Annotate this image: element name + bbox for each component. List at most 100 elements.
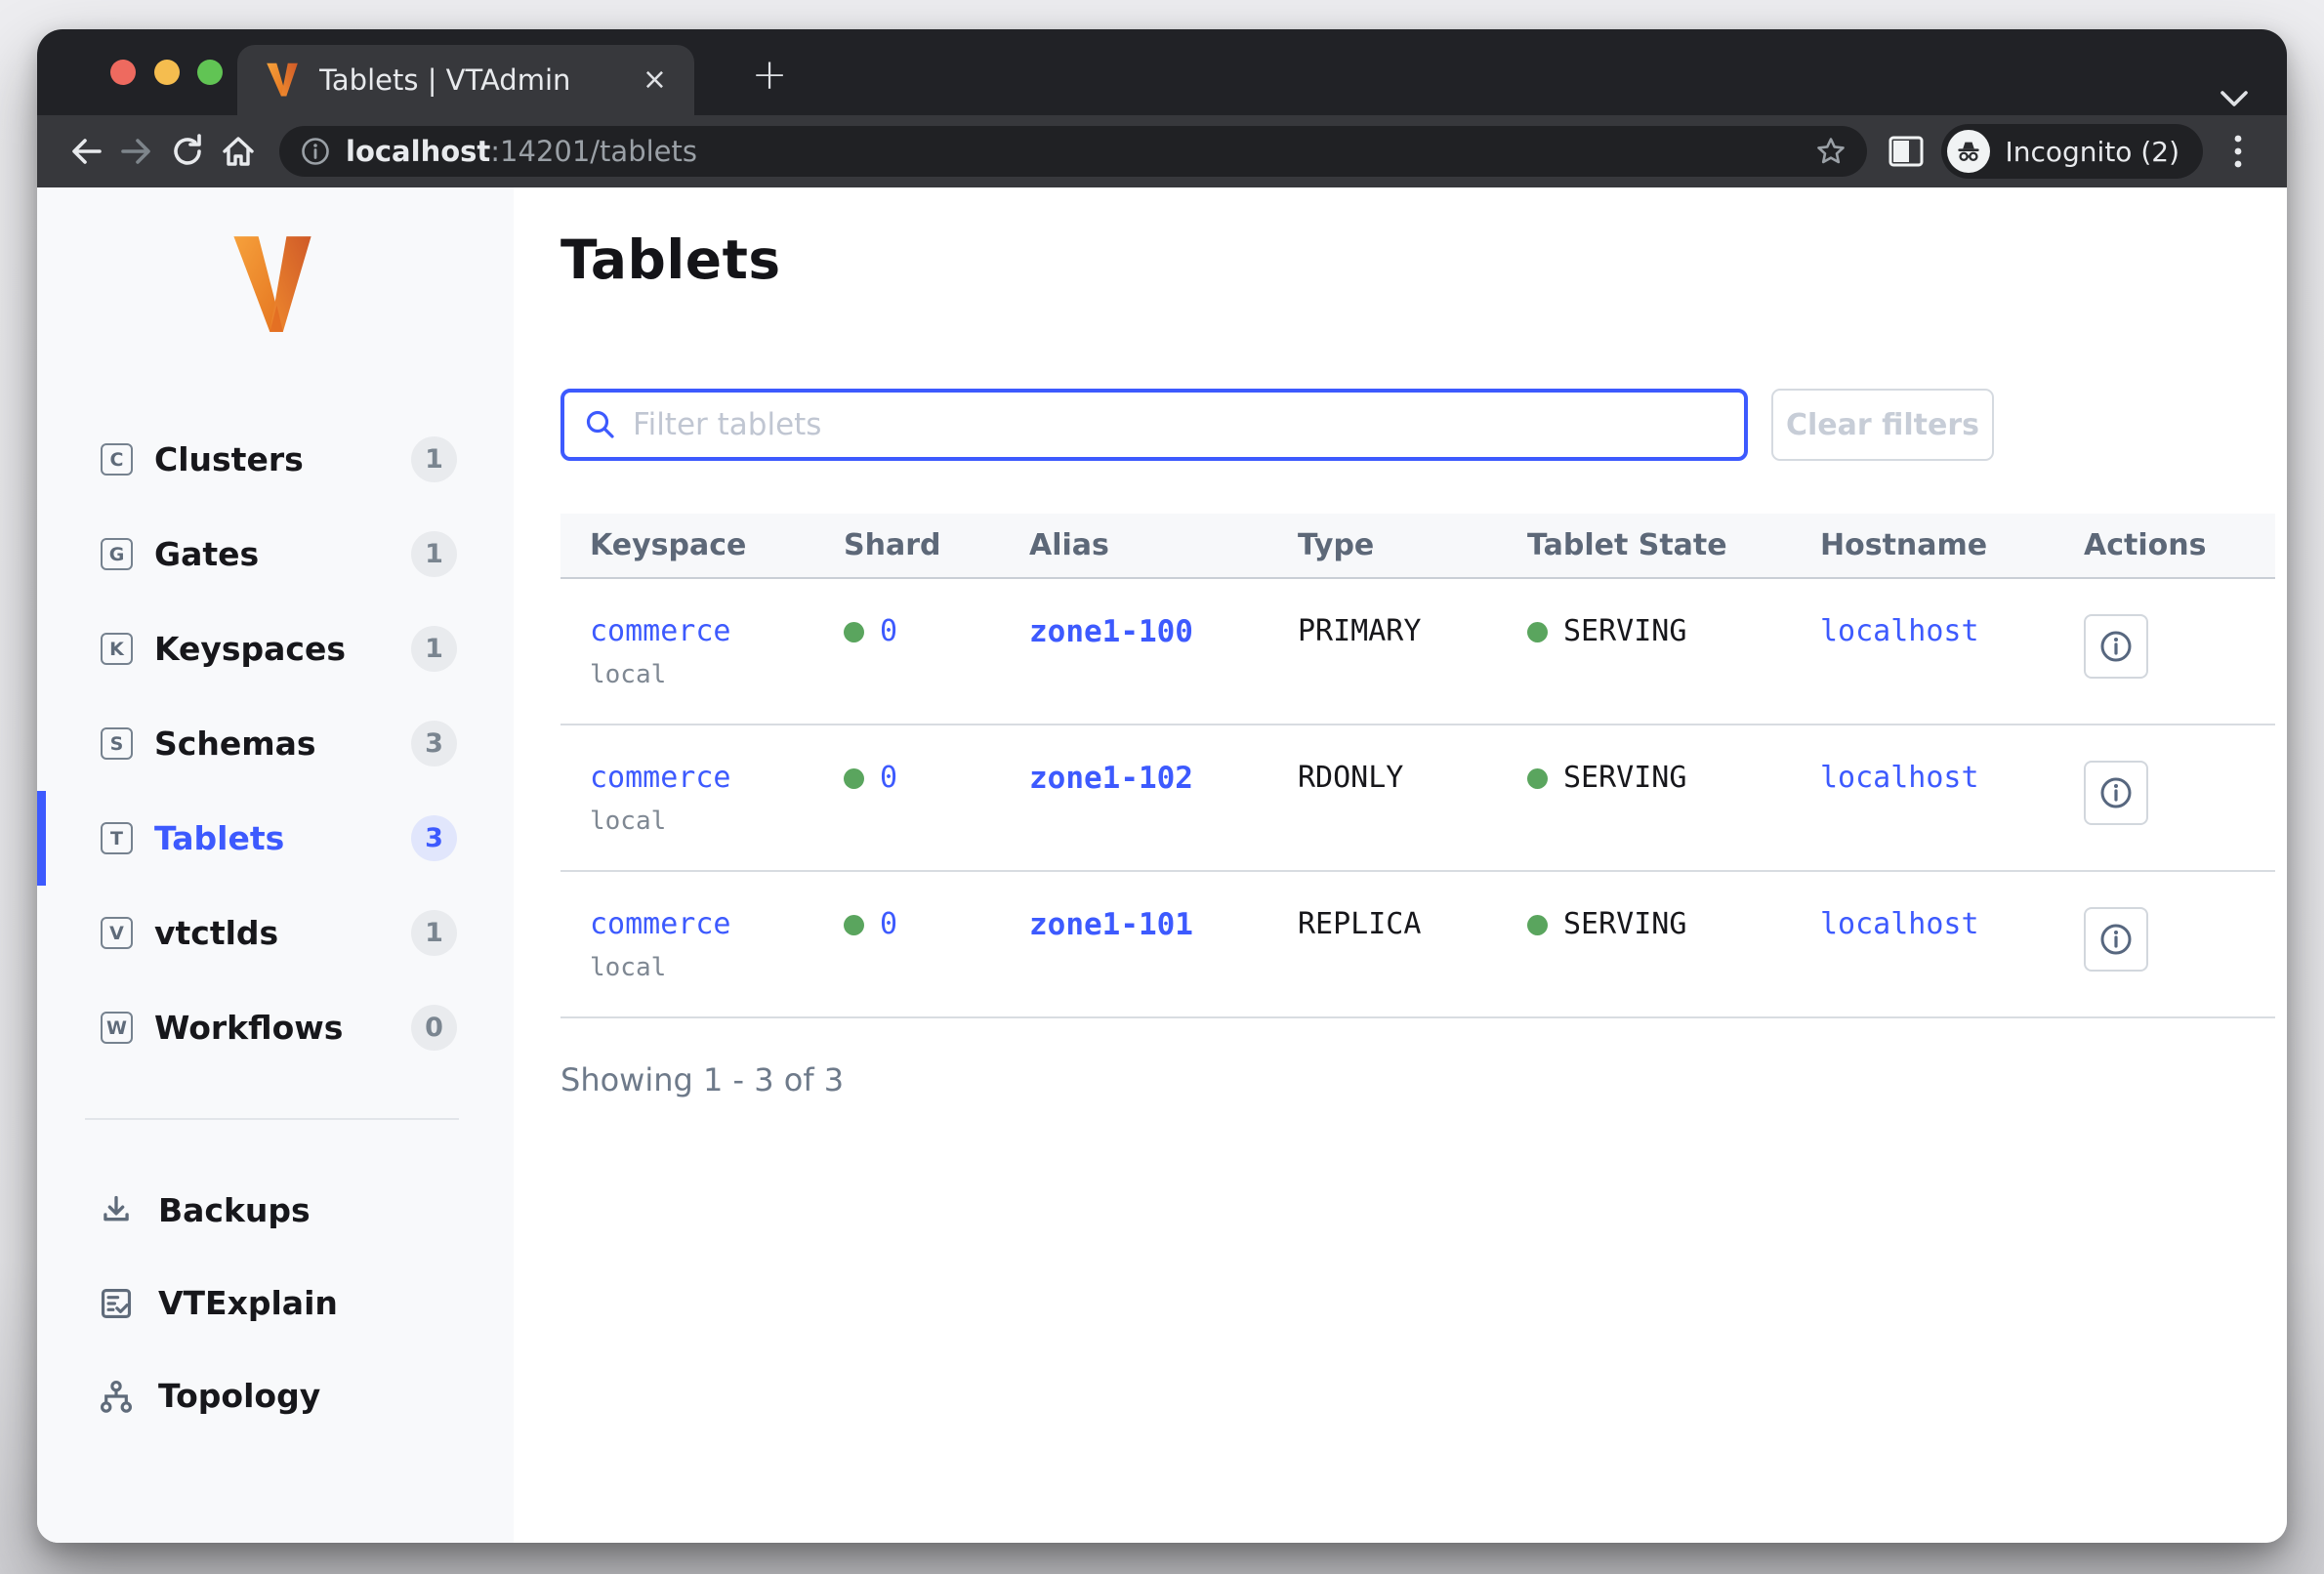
alias-link[interactable]: zone1-100 xyxy=(1029,614,1193,649)
side-panel-icon[interactable] xyxy=(1881,126,1931,177)
row-actions-button[interactable] xyxy=(2084,761,2148,825)
window-zoom-button[interactable] xyxy=(197,60,223,85)
vtadmin-app: C Clusters 1 G Gates 1 K Keyspaces 1 xyxy=(37,187,2287,1543)
info-icon xyxy=(2097,921,2135,958)
forward-icon[interactable] xyxy=(111,126,162,177)
keyspaces-icon: K xyxy=(101,633,133,665)
vtexplain-doc-check-icon xyxy=(96,1283,137,1324)
window-minimize-button[interactable] xyxy=(154,60,180,85)
vitess-logo xyxy=(228,234,316,336)
backups-download-icon xyxy=(96,1190,137,1231)
clear-filters-button[interactable]: Clear filters xyxy=(1771,389,1994,461)
sidebar-item-keyspaces[interactable]: K Keyspaces 1 xyxy=(37,601,514,696)
tab-search-chevron-icon[interactable] xyxy=(2215,84,2254,113)
page-info-icon[interactable] xyxy=(301,137,330,166)
page-title: Tablets xyxy=(560,228,2287,291)
count-badge: 1 xyxy=(411,626,457,672)
sidebar-item-label: Gates xyxy=(154,535,411,573)
sidebar-item-topology[interactable]: Topology xyxy=(37,1349,514,1442)
info-icon xyxy=(2097,774,2135,811)
column-header-alias: Alias xyxy=(1000,528,1268,562)
sidebar-item-backups[interactable]: Backups xyxy=(37,1164,514,1257)
sidebar-item-clusters[interactable]: C Clusters 1 xyxy=(37,412,514,507)
cluster-name: local xyxy=(590,807,814,836)
keyspace-link[interactable]: commerce xyxy=(590,761,731,795)
tablet-state: SERVING xyxy=(1563,761,1686,795)
clusters-icon: C xyxy=(101,443,133,476)
hostname-link[interactable]: localhost xyxy=(1820,614,1979,648)
row-actions-button[interactable] xyxy=(2084,907,2148,972)
sidebar-nav: C Clusters 1 G Gates 1 K Keyspaces 1 xyxy=(37,412,514,1075)
sidebar-item-schemas[interactable]: S Schemas 3 xyxy=(37,696,514,791)
filter-controls: Clear filters xyxy=(560,389,2287,461)
filter-tablets-input[interactable] xyxy=(633,407,1724,442)
column-header-shard: Shard xyxy=(814,528,1000,562)
keyspace-link[interactable]: commerce xyxy=(590,907,731,941)
tablets-icon: T xyxy=(101,822,133,854)
filter-field xyxy=(560,389,1748,461)
table-header: Keyspace Shard Alias Type Tablet State H… xyxy=(560,514,2275,579)
sidebar-item-workflows[interactable]: W Workflows 0 xyxy=(37,980,514,1075)
column-header-hostname: Hostname xyxy=(1791,528,2054,562)
url-text: localhost:14201/tablets xyxy=(346,135,1814,168)
column-header-tablet-state: Tablet State xyxy=(1498,528,1791,562)
reload-icon[interactable] xyxy=(162,126,213,177)
table-row: commerce local 0 zone1-101 REPLICA SERVI… xyxy=(560,872,2275,1018)
sidebar-item-tablets[interactable]: T Tablets 3 xyxy=(37,791,514,886)
sidebar-item-label: Tablets xyxy=(154,819,411,857)
sidebar-item-label: Backups xyxy=(158,1191,311,1229)
vitess-favicon-icon xyxy=(265,62,300,98)
hostname-link[interactable]: localhost xyxy=(1820,907,1979,941)
sidebar-item-label: Keyspaces xyxy=(154,630,411,668)
column-header-type: Type xyxy=(1268,528,1498,562)
tablet-state: SERVING xyxy=(1563,907,1686,941)
url-host: localhost xyxy=(346,135,490,168)
sidebar-item-vtctlds[interactable]: V vtctlds 1 xyxy=(37,886,514,980)
tab-close-icon[interactable]: × xyxy=(639,62,671,99)
sidebar-item-label: Clusters xyxy=(154,440,411,478)
browser-tab[interactable]: Tablets | VTAdmin × xyxy=(237,45,694,115)
address-bar[interactable]: localhost:14201/tablets xyxy=(279,126,1867,177)
count-badge: 0 xyxy=(411,1005,457,1051)
column-header-actions: Actions xyxy=(2054,528,2275,562)
schemas-icon: S xyxy=(101,727,133,760)
tablet-type: RDONLY xyxy=(1298,761,1403,795)
shard-status-dot xyxy=(844,915,864,935)
tab-strip: Tablets | VTAdmin × + xyxy=(37,29,2287,115)
count-badge: 1 xyxy=(411,910,457,956)
tablet-state: SERVING xyxy=(1563,614,1686,648)
state-status-dot xyxy=(1527,622,1548,642)
count-badge: 3 xyxy=(411,721,457,766)
shard-link[interactable]: 0 xyxy=(880,614,897,648)
cluster-name: local xyxy=(590,660,814,689)
browser-window: Tablets | VTAdmin × + xyxy=(37,29,2287,1543)
desktop: Tablets | VTAdmin × + xyxy=(0,0,2324,1574)
sidebar-item-vtexplain[interactable]: VTExplain xyxy=(37,1257,514,1349)
table-row: commerce local 0 zone1-100 PRIMARY SERVI… xyxy=(560,579,2275,725)
sidebar-item-label: Topology xyxy=(158,1377,320,1415)
gates-icon: G xyxy=(101,538,133,570)
bookmark-star-icon[interactable] xyxy=(1814,135,1847,168)
sidebar-tools: Backups VTExplain xyxy=(37,1164,514,1442)
window-close-button[interactable] xyxy=(110,60,136,85)
shard-link[interactable]: 0 xyxy=(880,907,897,941)
row-actions-button[interactable] xyxy=(2084,614,2148,679)
incognito-badge[interactable]: Incognito (2) xyxy=(1941,124,2204,179)
sidebar: C Clusters 1 G Gates 1 K Keyspaces 1 xyxy=(37,187,514,1543)
sidebar-item-label: vtctlds xyxy=(154,914,411,952)
back-icon[interactable] xyxy=(61,126,111,177)
hostname-link[interactable]: localhost xyxy=(1820,761,1979,795)
count-badge: 1 xyxy=(411,531,457,577)
browser-menu-icon[interactable] xyxy=(2213,126,2263,177)
alias-link[interactable]: zone1-101 xyxy=(1029,907,1193,942)
incognito-label: Incognito (2) xyxy=(2006,136,2180,168)
sidebar-item-gates[interactable]: G Gates 1 xyxy=(37,507,514,601)
home-icon[interactable] xyxy=(213,126,264,177)
new-tab-button[interactable]: + xyxy=(742,51,797,98)
sidebar-item-label: Workflows xyxy=(154,1009,411,1047)
keyspace-link[interactable]: commerce xyxy=(590,614,731,648)
search-icon xyxy=(584,408,617,441)
shard-link[interactable]: 0 xyxy=(880,761,897,795)
alias-link[interactable]: zone1-102 xyxy=(1029,761,1193,796)
tablet-type: REPLICA xyxy=(1298,907,1421,941)
